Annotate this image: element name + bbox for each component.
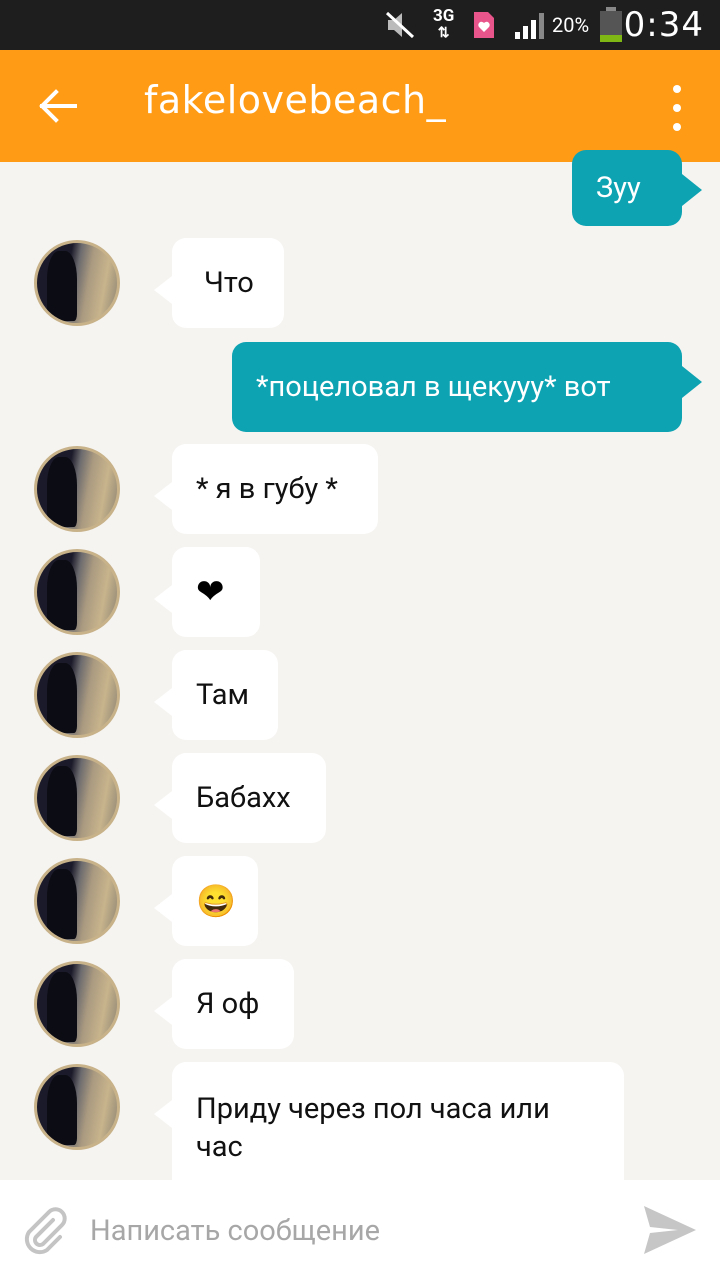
mute-icon bbox=[384, 0, 416, 50]
message-text: * я в губу * bbox=[196, 472, 338, 506]
heart-emoji: ❤ bbox=[196, 572, 225, 612]
message-outgoing[interactable]: *поцеловал в щекууу* вот bbox=[232, 342, 702, 432]
chat-title[interactable]: fakelovebeach_ bbox=[144, 78, 446, 122]
signal-icon bbox=[514, 0, 550, 50]
grinning-emoji: 😄 bbox=[196, 882, 236, 920]
message-incoming[interactable]: ❤ bbox=[154, 547, 260, 637]
message-incoming[interactable]: Я оф bbox=[154, 959, 294, 1049]
message-incoming[interactable]: Что bbox=[154, 238, 284, 328]
paperclip-icon bbox=[24, 1207, 67, 1255]
sim-icon bbox=[472, 0, 496, 50]
message-text: Там bbox=[196, 678, 249, 712]
attach-button[interactable] bbox=[20, 1206, 70, 1256]
battery-percent: 20% bbox=[552, 13, 590, 37]
send-button[interactable] bbox=[640, 1202, 698, 1258]
message-text: Я оф bbox=[196, 987, 260, 1021]
message-incoming[interactable]: * я в губу * bbox=[154, 444, 378, 534]
avatar[interactable] bbox=[34, 858, 120, 944]
message-incoming[interactable]: Бабахх bbox=[154, 753, 326, 843]
message-incoming[interactable]: 😄 bbox=[154, 856, 258, 946]
clock: 0:34 bbox=[623, 5, 704, 45]
send-icon bbox=[644, 1206, 696, 1254]
network-type: 3G ⇅ bbox=[433, 8, 454, 42]
more-vert-icon bbox=[673, 85, 681, 94]
message-text: Зуу bbox=[596, 171, 641, 205]
more-options-button[interactable] bbox=[662, 80, 692, 136]
message-text: *поцеловал в щекууу* вот bbox=[256, 370, 611, 404]
data-arrows-icon: ⇅ bbox=[437, 25, 450, 41]
message-text: Что bbox=[204, 266, 254, 300]
arrow-left-icon bbox=[39, 89, 77, 123]
message-incoming[interactable]: Приду через пол часа или час bbox=[154, 1062, 624, 1180]
message-outgoing[interactable]: Зуу bbox=[572, 150, 702, 226]
avatar[interactable] bbox=[34, 755, 120, 841]
battery-icon bbox=[598, 0, 624, 50]
back-button[interactable] bbox=[28, 76, 88, 136]
message-text: Приду через пол часа или час bbox=[196, 1092, 550, 1164]
message-text: Бабахх bbox=[196, 781, 291, 815]
status-bar: 3G ⇅ 20% 0:34 bbox=[0, 0, 720, 50]
message-incoming[interactable]: Там bbox=[154, 650, 278, 740]
avatar[interactable] bbox=[34, 240, 120, 326]
avatar[interactable] bbox=[34, 1064, 120, 1150]
message-input[interactable] bbox=[88, 1200, 612, 1262]
avatar[interactable] bbox=[34, 961, 120, 1047]
avatar[interactable] bbox=[34, 446, 120, 532]
network-label: 3G bbox=[433, 6, 455, 26]
composer-bar bbox=[0, 1180, 720, 1280]
avatar[interactable] bbox=[34, 549, 120, 635]
avatar[interactable] bbox=[34, 652, 120, 738]
app-bar: fakelovebeach_ bbox=[0, 50, 720, 162]
